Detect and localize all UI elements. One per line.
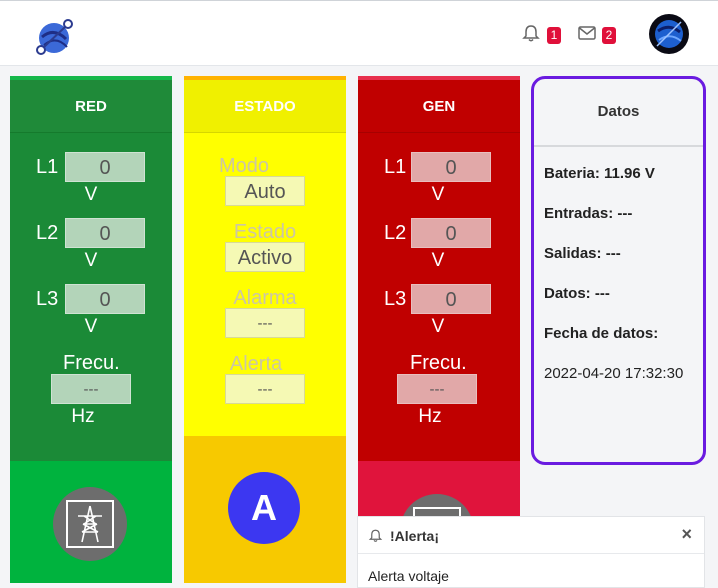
estado-estado-label: Estado [233,221,297,243]
red-l3-label: L3 [36,288,59,310]
salidas-value: --- [605,245,621,262]
gen-l2-field: 0 [411,218,491,248]
envelope-icon[interactable] [577,23,597,43]
red-l3-field: 0 [65,284,145,314]
gen-l3-field: 0 [411,284,491,314]
toast-title: !Alerta¡ [390,528,440,544]
fecha-label: Fecha de datos: [544,325,659,342]
estado-estado-field: Activo [225,242,305,272]
messages-badge: 2 [602,27,616,44]
entradas-label: Entradas: [544,205,614,222]
gen-freq-label: Frecu. [410,352,467,374]
gen-l1-label: L1 [384,156,407,178]
bateria-row: Bateria: 11.96 V [544,165,655,182]
datos-row: Datos: --- [544,285,610,302]
salidas-label: Salidas: [544,245,602,262]
alert-toast: !Alerta¡ × Alerta voltaje [357,516,705,588]
red-l3-unit: V [84,316,98,337]
red-l2-field: 0 [65,218,145,248]
notifications-badge: 1 [547,27,561,44]
gen-l2-unit: V [431,250,445,271]
red-freq-field: --- [51,374,131,404]
datos-card: Datos Bateria: 11.96 V Entradas: --- Sal… [531,76,706,465]
red-l1-field: 0 [65,152,145,182]
estado-modo-field: Auto [225,176,305,206]
red-l1-unit: V [84,184,98,205]
red-footer [10,461,172,583]
toast-message: Alerta voltaje [368,568,449,584]
gen-l3-label: L3 [384,288,407,310]
gen-freq-field: --- [397,374,477,404]
red-title: RED [10,80,172,133]
estado-footer: A [184,436,346,583]
fecha-row: Fecha de datos: [544,325,658,342]
estado-alarma-label: Alarma [233,287,297,309]
estado-title: ESTADO [184,80,346,133]
red-panel: RED L1 0 V L2 0 V L3 0 V Frecu. --- Hz [10,76,172,583]
gen-panel: GEN L1 0 V L2 0 V L3 0 V Frecu. --- Hz [358,76,520,583]
datos-title: Datos [534,79,703,147]
gen-title: GEN [358,80,520,133]
gen-freq-unit: Hz [418,406,442,427]
red-l2-unit: V [84,250,98,271]
mode-auto-badge[interactable]: A [228,472,300,544]
red-freq-unit: Hz [71,406,95,427]
top-navbar: 1 2 [0,0,718,66]
gen-l3-unit: V [431,316,445,337]
bell-icon [368,529,383,542]
estado-alerta-field: --- [225,374,305,404]
toast-header: !Alerta¡ × [358,517,704,554]
entradas-row: Entradas: --- [544,205,632,222]
gen-l1-unit: V [431,184,445,205]
avatar-image [655,20,683,48]
app-logo[interactable] [34,17,76,55]
entradas-value: --- [617,205,633,222]
red-icon-circle[interactable] [53,487,127,561]
red-l1-label: L1 [36,156,59,178]
estado-panel: ESTADO Modo Auto Estado Activo Alarma --… [184,76,346,583]
estado-alerta-label: Alerta [229,353,283,375]
power-tower-icon [66,500,114,548]
red-l2-label: L2 [36,222,59,244]
datos-label: Datos: [544,285,591,302]
gen-l2-label: L2 [384,222,407,244]
estado-modo-label: Modo [218,155,270,177]
bateria-value: 11.96 V [604,165,655,182]
estado-alarma-field: --- [225,308,305,338]
salidas-row: Salidas: --- [544,245,621,262]
user-avatar[interactable] [649,14,689,54]
datos-value: --- [594,285,610,302]
fecha-value: 2022-04-20 17:32:30 [544,365,684,382]
bell-icon[interactable] [521,23,541,43]
gen-l1-field: 0 [411,152,491,182]
bateria-label: Bateria: [544,165,600,182]
red-freq-label: Frecu. [63,352,120,374]
close-button[interactable]: × [681,524,692,545]
